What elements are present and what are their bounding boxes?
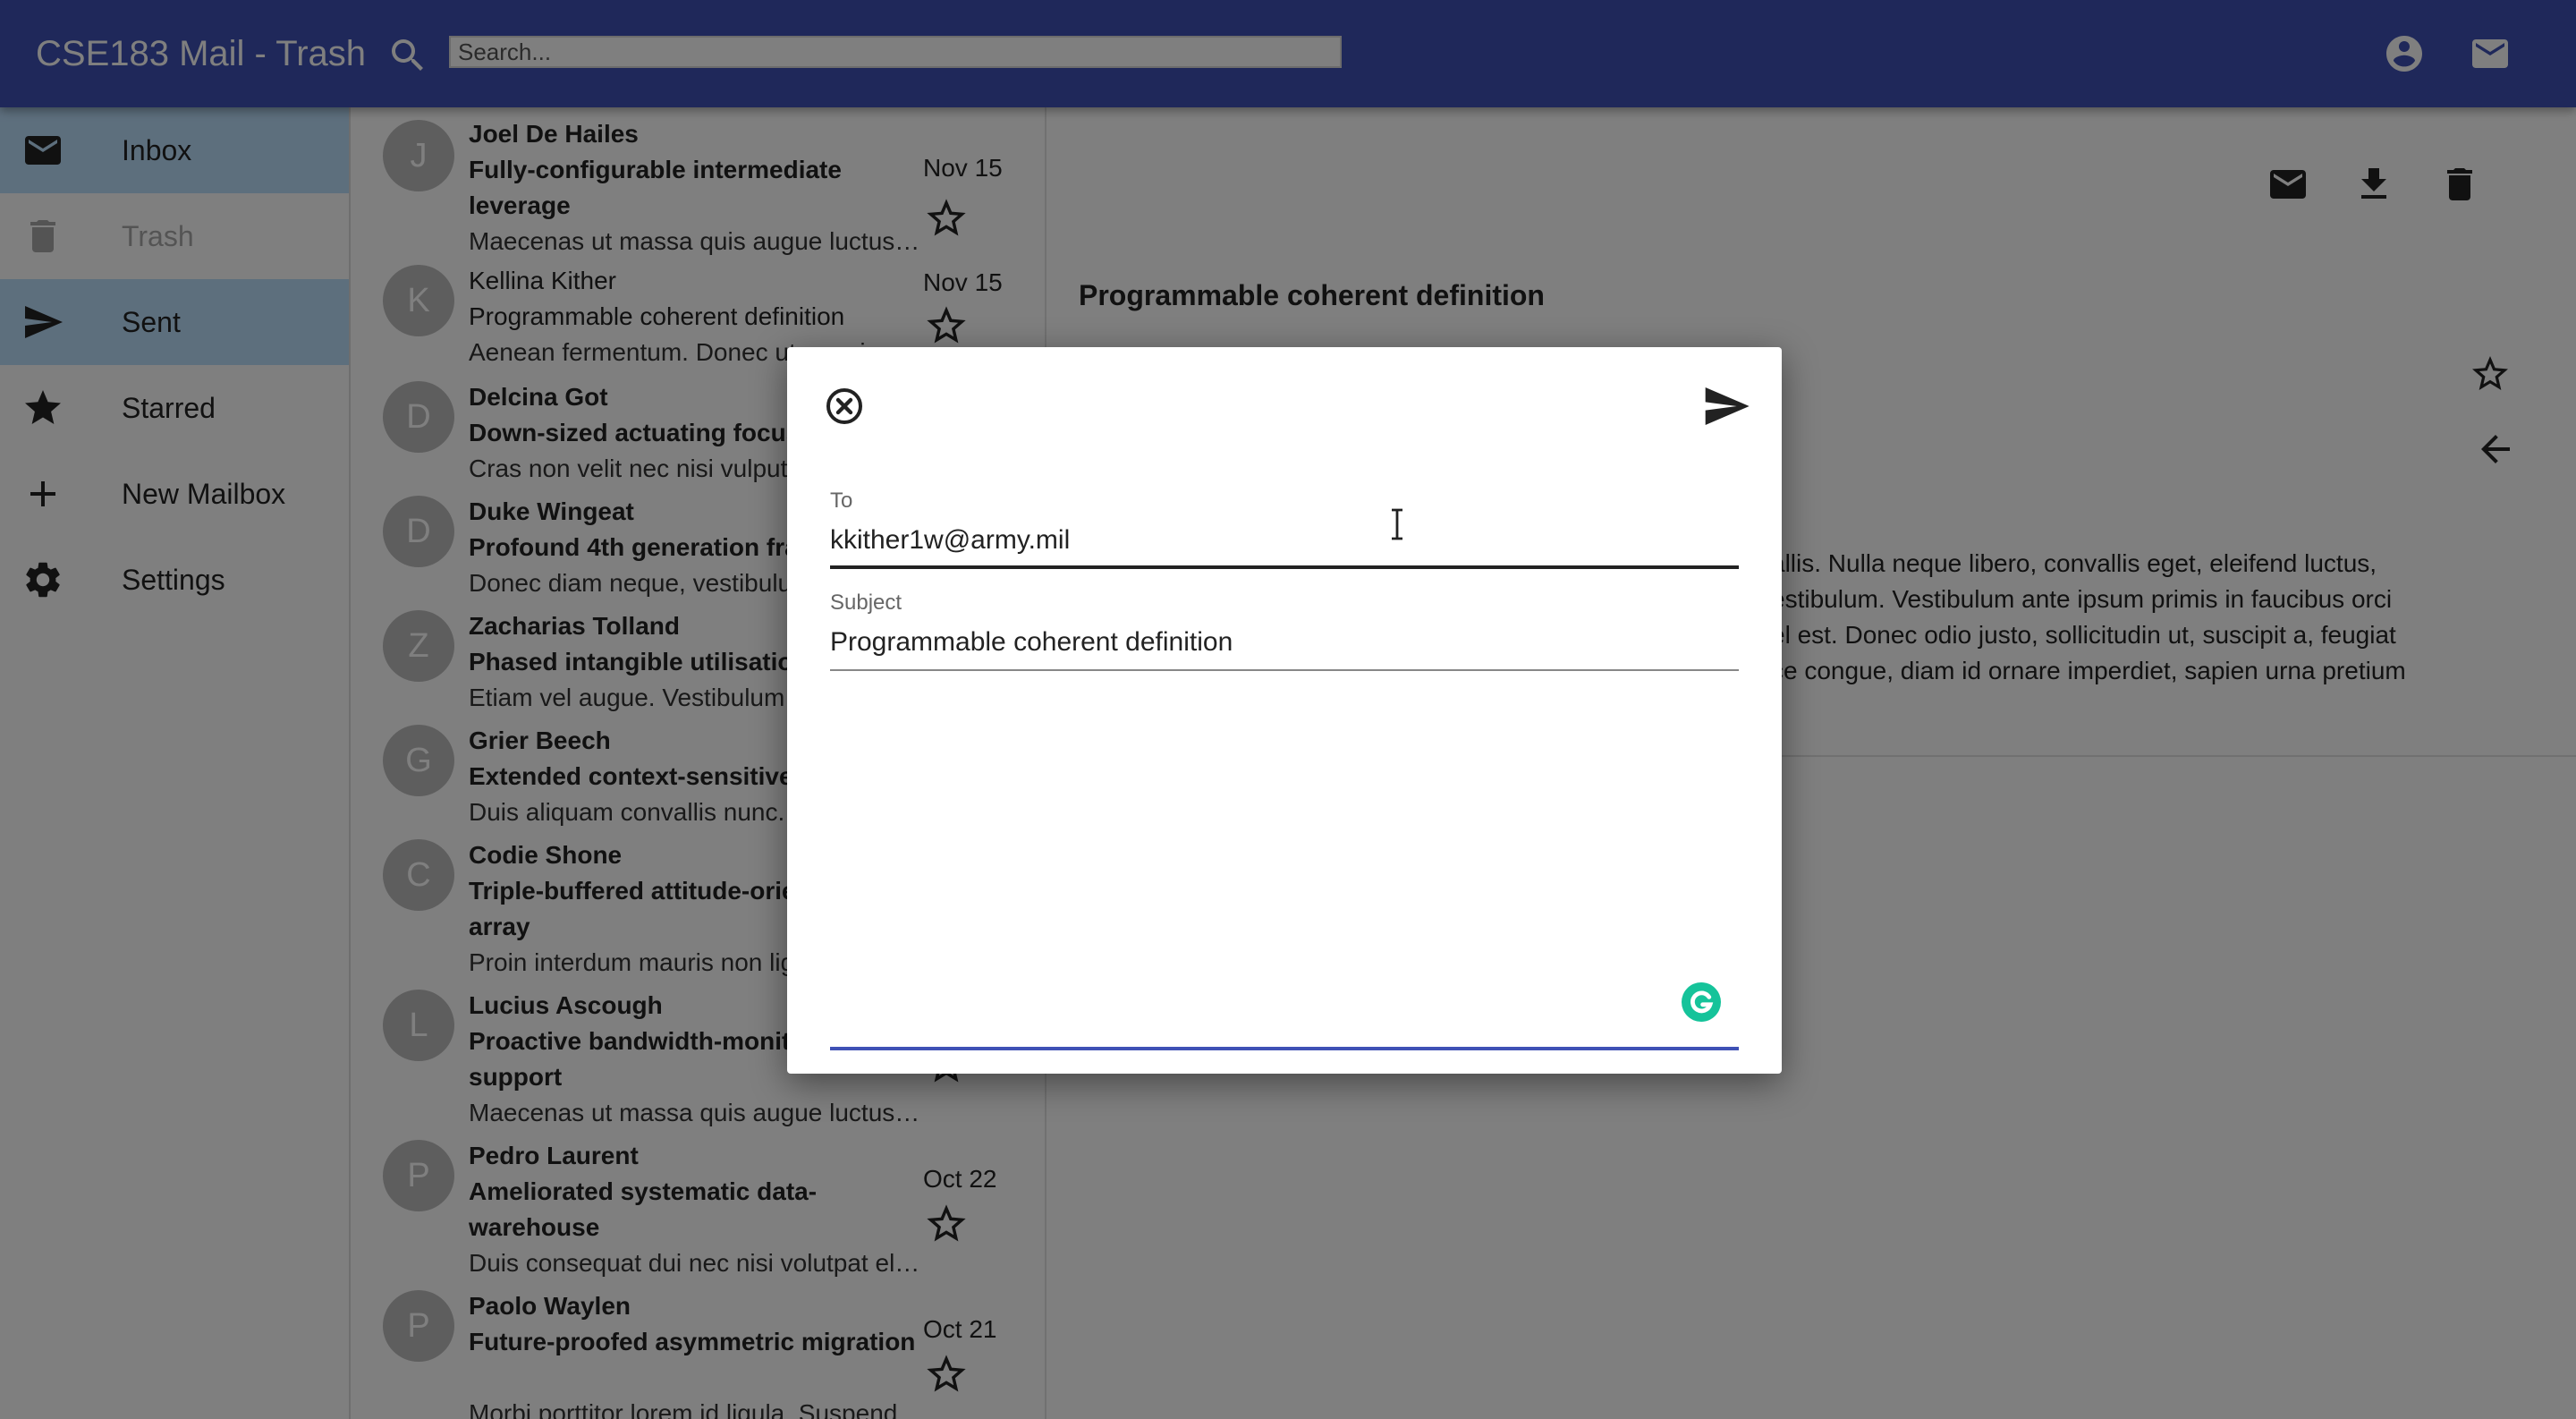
- compose-dialog: To kkither1w@army.mil Subject Programmab…: [787, 347, 1782, 1074]
- close-icon[interactable]: [823, 385, 866, 428]
- to-field[interactable]: kkither1w@army.mil: [830, 523, 1739, 558]
- subject-field-underline: [830, 669, 1739, 671]
- grammarly-icon[interactable]: [1680, 981, 1723, 1024]
- to-field-underline: [830, 565, 1739, 569]
- subject-label: Subject: [830, 591, 902, 615]
- message-body-underline: [830, 1047, 1739, 1050]
- message-body-field[interactable]: [830, 705, 1739, 1038]
- send-icon[interactable]: [1701, 381, 1751, 431]
- subject-field[interactable]: Programmable coherent definition: [830, 625, 1739, 660]
- to-label: To: [830, 489, 853, 513]
- text-cursor-icon: [1388, 508, 1406, 540]
